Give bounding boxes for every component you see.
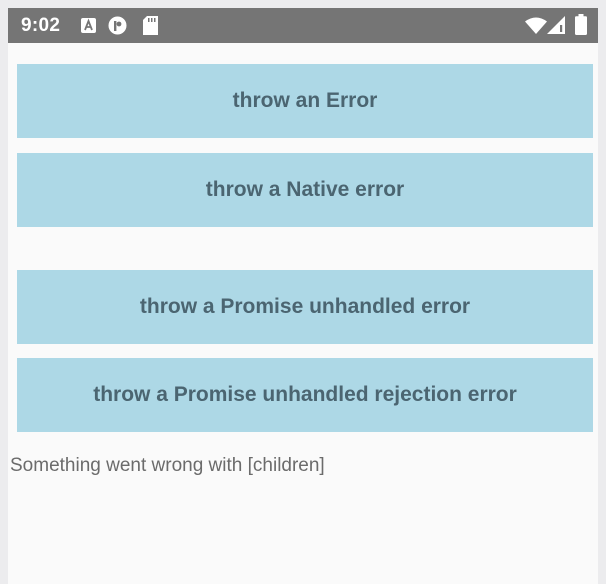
main-content: throw an Error throw a Native error thro… bbox=[8, 43, 606, 584]
throw-error-button-label: throw an Error bbox=[232, 89, 378, 112]
accessibility-a-icon bbox=[81, 18, 96, 33]
throw-promise-unhandled-error-button[interactable]: throw a Promise unhandled error bbox=[17, 270, 593, 344]
throw-promise-rejection-error-button-label: throw a Promise unhandled rejection erro… bbox=[93, 383, 517, 406]
wifi-icon bbox=[525, 17, 547, 34]
throw-native-error-button[interactable]: throw a Native error bbox=[17, 153, 593, 227]
throw-native-error-button-label: throw a Native error bbox=[205, 178, 405, 201]
throw-error-button[interactable]: throw an Error bbox=[17, 64, 593, 138]
signal-icon bbox=[547, 16, 565, 34]
app-notification-icon bbox=[108, 16, 127, 35]
status-bar: 9:02 bbox=[8, 8, 606, 43]
sd-card-icon bbox=[143, 16, 158, 35]
battery-icon bbox=[575, 14, 587, 35]
error-boundary-message: Something went wrong with [children] bbox=[10, 455, 325, 476]
status-time: 9:02 bbox=[21, 15, 61, 36]
throw-promise-unhandled-error-button-label: throw a Promise unhandled error bbox=[139, 295, 471, 318]
throw-promise-rejection-error-button[interactable]: throw a Promise unhandled rejection erro… bbox=[17, 358, 593, 432]
screen-edge bbox=[598, 0, 606, 584]
device-screen: 9:02 throw an Error throw a Native error… bbox=[8, 8, 606, 584]
